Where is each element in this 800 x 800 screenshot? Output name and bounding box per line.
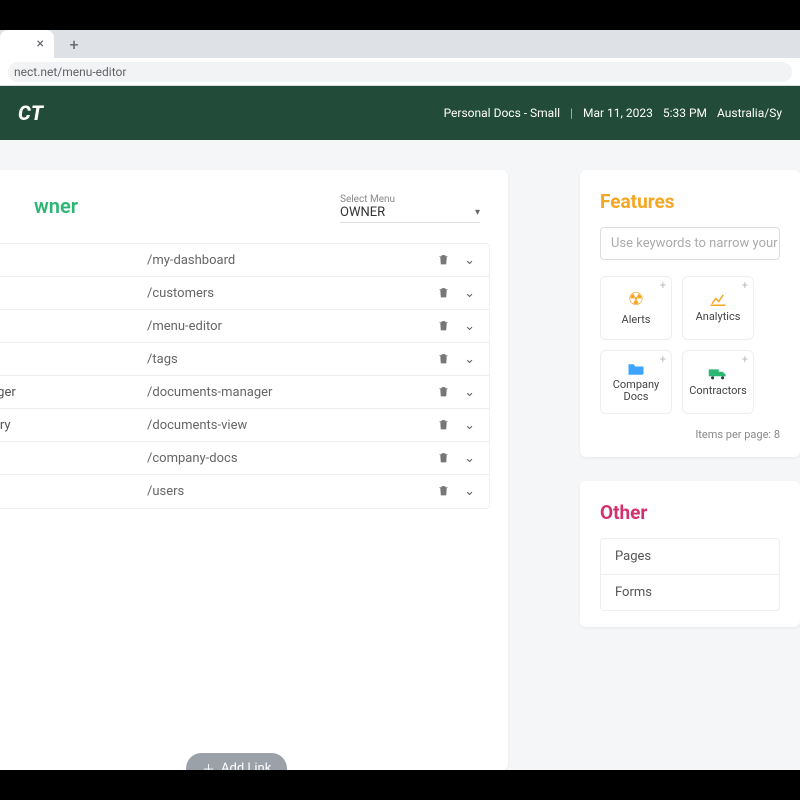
new-tab-button[interactable]: + xyxy=(62,32,86,56)
plus-icon: + xyxy=(660,354,666,366)
context-label: Personal Docs - Small xyxy=(444,106,560,120)
row-name: board xyxy=(0,253,147,268)
row-path: /users xyxy=(147,484,437,499)
trash-icon[interactable] xyxy=(437,418,450,433)
truck-icon xyxy=(708,367,728,381)
table-row[interactable]: board /my-dashboard ⌄ xyxy=(0,244,489,277)
chart-icon xyxy=(709,293,727,307)
row-path: /documents-manager xyxy=(147,385,437,400)
tile-label: Alerts xyxy=(622,314,651,326)
tile-label: Company Docs xyxy=(601,379,671,403)
chevron-down-icon[interactable]: ⌄ xyxy=(464,319,475,334)
radiation-icon: ☢ xyxy=(628,290,644,310)
chevron-down-icon: ▾ xyxy=(475,207,480,218)
chevron-down-icon[interactable]: ⌄ xyxy=(464,385,475,400)
plus-icon: ＋ xyxy=(202,759,215,770)
row-name: t Manager xyxy=(0,385,147,400)
url-field[interactable]: nect.net/menu-editor xyxy=(8,62,792,82)
header-timezone: Australia/Sy xyxy=(717,106,782,120)
separator: | xyxy=(570,106,573,120)
table-row[interactable]: tor /menu-editor ⌄ xyxy=(0,310,489,343)
row-name: rs xyxy=(0,286,147,301)
trash-icon[interactable] xyxy=(437,319,450,334)
menu-editor-card: wner Select Menu OWNER ▾ board /my-dashb… xyxy=(0,170,508,770)
select-value: OWNER xyxy=(340,205,385,220)
feature-tile-analytics[interactable]: + Analytics xyxy=(682,276,754,340)
app-logo: CT xyxy=(18,101,44,125)
row-path: /customers xyxy=(147,286,437,301)
browser-tabstrip: × + xyxy=(0,30,800,58)
pager-text: Items per page: 8 xyxy=(600,428,780,441)
trash-icon[interactable] xyxy=(437,286,450,301)
header-time: 5:33 PM xyxy=(663,106,707,120)
table-row[interactable]: y Docs /company-docs ⌄ xyxy=(0,442,489,475)
menu-rows: board /my-dashboard ⌄ rs /customers ⌄ xyxy=(0,243,490,509)
app-header: CT Personal Docs - Small | Mar 11, 2023 … xyxy=(0,86,800,140)
chevron-down-icon[interactable]: ⌄ xyxy=(464,352,475,367)
row-name: y Docs xyxy=(0,451,147,466)
browser-address-bar: nect.net/menu-editor xyxy=(0,58,800,86)
trash-icon[interactable] xyxy=(437,451,450,466)
plus-icon: + xyxy=(742,354,748,366)
chevron-down-icon[interactable]: ⌄ xyxy=(464,418,475,433)
row-path: /documents-view xyxy=(147,418,437,433)
chevron-down-icon[interactable]: ⌄ xyxy=(464,451,475,466)
trash-icon[interactable] xyxy=(437,352,450,367)
table-row[interactable]: rs /customers ⌄ xyxy=(0,277,489,310)
trash-icon[interactable] xyxy=(437,253,450,268)
other-card: Other Pages Forms xyxy=(580,481,800,627)
table-row[interactable]: /tags ⌄ xyxy=(0,343,489,376)
row-name: tor xyxy=(0,319,147,334)
row-path: /menu-editor xyxy=(147,319,437,334)
features-title: Features xyxy=(600,190,780,213)
features-card: Features Use keywords to narrow your + ☢… xyxy=(580,170,800,457)
other-item-forms[interactable]: Forms xyxy=(601,575,779,610)
browser-tab[interactable]: × xyxy=(0,30,54,58)
chevron-down-icon[interactable]: ⌄ xyxy=(464,286,475,301)
table-row[interactable]: /users ⌄ xyxy=(0,475,489,508)
row-path: /company-docs xyxy=(147,451,437,466)
feature-search-input[interactable]: Use keywords to narrow your xyxy=(600,227,780,260)
row-path: /my-dashboard xyxy=(147,253,437,268)
folder-icon xyxy=(627,361,645,375)
header-date: Mar 11, 2023 xyxy=(583,106,653,120)
tile-label: Contractors xyxy=(689,385,747,397)
row-path: /tags xyxy=(147,352,437,367)
add-link-button[interactable]: ＋ Add Link xyxy=(186,753,287,770)
table-row[interactable]: t Manager /documents-manager ⌄ xyxy=(0,376,489,409)
chevron-down-icon[interactable]: ⌄ xyxy=(464,484,475,499)
menu-select[interactable]: Select Menu OWNER ▾ xyxy=(340,194,480,223)
feature-tile-alerts[interactable]: + ☢ Alerts xyxy=(600,276,672,340)
feature-tile-contractors[interactable]: + Contractors xyxy=(682,350,754,414)
row-name: ts Library xyxy=(0,418,147,433)
select-label: Select Menu xyxy=(340,194,480,205)
trash-icon[interactable] xyxy=(437,484,450,499)
plus-icon: + xyxy=(660,280,666,292)
trash-icon[interactable] xyxy=(437,385,450,400)
page-title: wner xyxy=(34,194,78,218)
plus-icon: + xyxy=(742,280,748,292)
other-title: Other xyxy=(600,501,780,524)
feature-tile-company-docs[interactable]: + Company Docs xyxy=(600,350,672,414)
tile-label: Analytics xyxy=(696,311,741,323)
add-link-label: Add Link xyxy=(221,761,271,770)
chevron-down-icon[interactable]: ⌄ xyxy=(464,253,475,268)
table-row[interactable]: ts Library /documents-view ⌄ xyxy=(0,409,489,442)
close-icon[interactable]: × xyxy=(37,36,44,52)
other-item-pages[interactable]: Pages xyxy=(601,539,779,575)
